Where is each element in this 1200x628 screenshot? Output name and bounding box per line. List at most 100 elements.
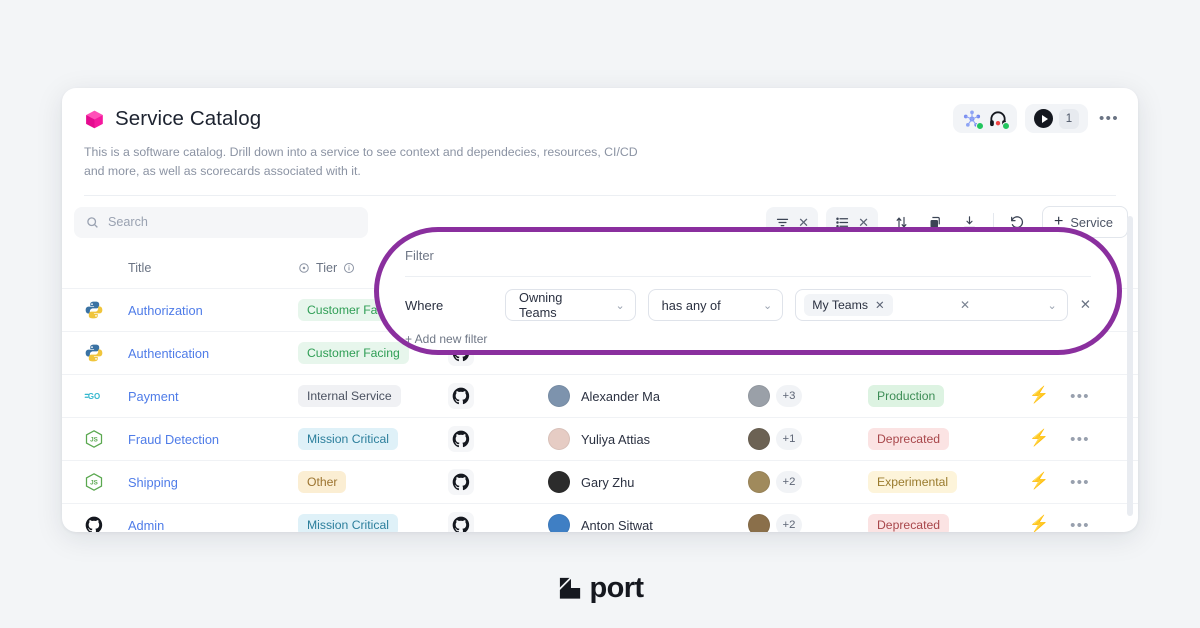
header-more-button[interactable]: ••• [1096, 106, 1122, 132]
filter-operator-value: has any of [661, 297, 721, 313]
github-repo-icon[interactable] [448, 512, 474, 532]
row-status: Production [868, 385, 1018, 407]
avatar [548, 428, 570, 450]
port-arrow-icon [557, 575, 584, 602]
filter-value-clear[interactable]: ✕ [960, 298, 970, 312]
table-row[interactable]: GO Payment Internal Service Alexander Ma +3 P… [62, 374, 1138, 417]
filter-chip-clear[interactable]: ✕ [798, 216, 809, 229]
filter-value-chip[interactable]: My Teams ✕ [804, 294, 893, 316]
info-icon [344, 263, 355, 273]
search-placeholder: Search [108, 215, 148, 229]
service-link[interactable]: Authentication [128, 346, 209, 361]
row-team: +2 [748, 471, 868, 493]
row-bolt: ⚡ [1018, 517, 1060, 533]
nodejs-icon: JS [85, 430, 103, 448]
service-link[interactable]: Payment [128, 389, 179, 404]
row-owner: Gary Zhu [548, 471, 748, 493]
search-input[interactable]: Search [74, 206, 368, 238]
row-owner: Alexander Ma [548, 385, 748, 407]
filter-divider [405, 276, 1091, 277]
play-group[interactable]: 1 [1025, 104, 1088, 133]
row-language-icon: GO [84, 386, 128, 406]
service-link[interactable]: Admin [128, 518, 164, 533]
owner-name: Alexander Ma [581, 388, 660, 404]
row-language-icon: JS [84, 429, 128, 449]
filter-row-remove[interactable]: ✕ [1080, 297, 1091, 313]
row-title: Payment [128, 389, 298, 404]
svg-text:JS: JS [90, 437, 98, 444]
avatar [748, 471, 770, 493]
row-tier: Mission Critical [298, 428, 448, 450]
row-team: +3 [748, 385, 868, 407]
tier-badge: Mission Critical [298, 514, 398, 532]
headphones-avatar-icon[interactable] [988, 109, 1010, 130]
add-new-filter-link[interactable]: + Add new filter [405, 332, 1091, 346]
page-title: Service Catalog [115, 107, 262, 130]
row-status: Experimental [868, 471, 1018, 493]
filter-value-select[interactable]: My Teams ✕ ✕ ⌄ [795, 289, 1068, 321]
extra-members-chip[interactable]: +3 [776, 385, 802, 407]
row-more[interactable]: ••• [1060, 474, 1100, 491]
table-row[interactable]: JS Shipping Other Gary Zhu +2 Experimental ⚡ ••… [62, 460, 1138, 503]
target-icon [299, 263, 309, 273]
avatar [548, 514, 570, 532]
svg-text:GO: GO [88, 392, 100, 401]
col-title-header[interactable]: Title [128, 261, 298, 275]
play-count-badge: 1 [1059, 108, 1079, 129]
refresh-icon [1011, 216, 1024, 229]
nodejs-icon: JS [85, 473, 103, 491]
status-badge: Production [868, 385, 945, 407]
lightning-icon[interactable]: ⚡ [1029, 388, 1049, 404]
row-repo [448, 469, 548, 495]
row-bolt: ⚡ [1018, 474, 1060, 490]
lightning-icon[interactable]: ⚡ [1029, 474, 1049, 490]
lightning-icon[interactable]: ⚡ [1029, 517, 1049, 533]
tier-badge: Mission Critical [298, 428, 398, 450]
github-repo-icon[interactable] [448, 383, 474, 409]
owner-name: Yuliya Attias [581, 431, 651, 447]
lightning-icon[interactable]: ⚡ [1029, 431, 1049, 447]
row-title: Admin [128, 518, 298, 533]
tier-badge: Customer Facing [298, 342, 409, 364]
github-repo-icon[interactable] [448, 426, 474, 452]
extra-members-chip[interactable]: +2 [776, 514, 802, 532]
row-team: +2 [748, 514, 868, 532]
play-icon[interactable] [1034, 109, 1053, 128]
group-chip-clear[interactable]: ✕ [858, 216, 869, 229]
row-more[interactable]: ••• [1060, 431, 1100, 448]
col-tier-label: Tier [316, 261, 338, 275]
where-label: Where [405, 297, 444, 313]
table-row[interactable]: Admin Mission Critical Anton Sitwat +2 Depre… [62, 503, 1138, 532]
vertical-scrollbar[interactable] [1127, 216, 1133, 516]
chevron-down-icon: ⌄ [615, 299, 625, 312]
row-bolt: ⚡ [1018, 431, 1060, 447]
service-link[interactable]: Shipping [128, 475, 178, 490]
extra-members-chip[interactable]: +1 [776, 428, 802, 450]
service-link[interactable]: Fraud Detection [128, 432, 219, 447]
row-tier: Internal Service [298, 385, 448, 407]
filter-value-chip-label: My Teams [812, 298, 869, 312]
row-title: Shipping [128, 475, 298, 490]
filter-operator-select[interactable]: has any of ⌄ [647, 289, 784, 321]
owner-name: Anton Sitwat [581, 517, 653, 533]
avatar [748, 514, 770, 532]
filter-icon [777, 218, 789, 226]
row-more[interactable]: ••• [1060, 517, 1100, 533]
molecule-avatar-icon[interactable] [962, 109, 984, 130]
extra-members-chip[interactable]: +2 [776, 471, 802, 493]
avatar [548, 385, 570, 407]
row-title: Authorization [128, 303, 298, 318]
table-row[interactable]: JS Fraud Detection Mission Critical Yuliya … [62, 417, 1138, 460]
close-icon[interactable]: ✕ [875, 298, 885, 312]
github-repo-icon[interactable] [448, 469, 474, 495]
tier-badge: Internal Service [298, 385, 401, 407]
row-status: Deprecated [868, 428, 1018, 450]
row-more[interactable]: ••• [1060, 388, 1100, 405]
filter-property-select[interactable]: Owning Teams ⌄ [505, 289, 636, 321]
github-icon [452, 387, 470, 405]
row-status: Deprecated [868, 514, 1018, 532]
service-link[interactable]: Authorization [128, 303, 203, 318]
github-icon [85, 516, 103, 532]
filter-panel-title: Filter [405, 248, 434, 263]
avatar [548, 471, 570, 493]
